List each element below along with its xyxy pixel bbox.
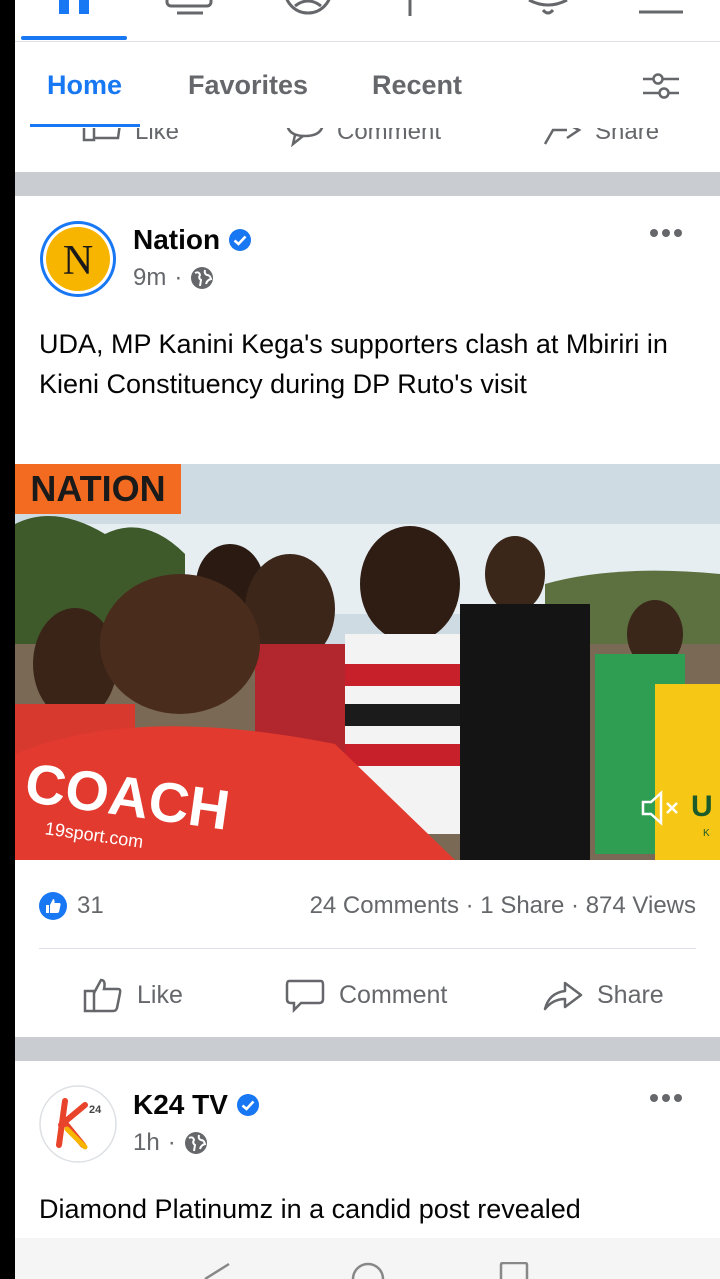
prev-like-label[interactable]: Like [135, 128, 179, 146]
stat-dot: · [465, 892, 481, 919]
comment-icon [286, 128, 324, 148]
comment-label: Comment [339, 980, 448, 1009]
globe-icon [191, 267, 214, 289]
post-meta: 1h · [133, 1129, 208, 1157]
more-options-icon[interactable] [649, 228, 683, 238]
comment-bubble-icon [285, 979, 325, 1013]
like-icon [82, 128, 121, 142]
video-frame: COACH 19sport.com U K [15, 464, 720, 860]
profile-icon[interactable] [281, 0, 335, 16]
stat-dot: · [571, 892, 586, 919]
comments-count[interactable]: 24 Comments [310, 892, 459, 919]
comment-button[interactable]: Comment [285, 977, 447, 1013]
thumbs-up-icon [83, 978, 122, 1013]
active-tab-indicator [21, 36, 127, 40]
share-button[interactable]: Share [543, 977, 664, 1013]
engagement-counts: 24 Comments · 1 Share · 874 Views [310, 892, 696, 920]
nation-watermark: NATION [15, 464, 181, 514]
nation-avatar[interactable]: N [39, 220, 117, 298]
globe-icon [184, 1132, 207, 1154]
tab-favorites[interactable]: Favorites [188, 70, 308, 101]
like-label: Like [137, 980, 183, 1009]
post-text: UDA, MP Kanini Kega's supporters clash a… [39, 329, 668, 399]
like-count[interactable]: 31 [77, 892, 104, 920]
post-author[interactable]: K24 TV [133, 1089, 260, 1121]
views-count: 874 Views [585, 892, 696, 919]
k24-avatar[interactable]: 24 [39, 1085, 117, 1163]
post-time[interactable]: 9m [133, 264, 166, 292]
filter-icon[interactable] [641, 70, 681, 102]
prev-comment-label[interactable]: Comment [337, 128, 441, 146]
post-nation: N Nation 9m · UDA, MP Kanini Kega's supp… [15, 196, 720, 464]
post-author[interactable]: Nation [133, 224, 252, 256]
feed-separator [15, 1037, 720, 1061]
home-tab-underline [30, 124, 140, 127]
system-nav-bar [15, 1238, 720, 1279]
svg-text:U: U [691, 790, 713, 823]
marketplace-icon[interactable] [400, 0, 420, 18]
previous-post-actions: Like Comment Share [15, 128, 720, 172]
tab-home[interactable]: Home [47, 70, 122, 101]
back-icon[interactable] [201, 1262, 231, 1279]
author-name[interactable]: K24 TV [133, 1089, 228, 1121]
notifications-icon[interactable] [521, 0, 575, 16]
verified-badge-icon [229, 229, 252, 251]
feed-tabs: Home Favorites Recent [15, 42, 720, 128]
recents-icon[interactable] [499, 1262, 529, 1279]
facebook-feed-screen: Home Favorites Recent Like Comment Share [15, 0, 720, 1279]
home-icon[interactable] [55, 0, 99, 16]
share-arrow-icon [543, 981, 583, 1011]
svg-text:24: 24 [89, 1104, 102, 1116]
share-label: Share [597, 980, 664, 1009]
more-options-icon[interactable] [649, 1093, 683, 1103]
prev-share-label[interactable]: Share [595, 128, 659, 146]
menu-icon[interactable] [637, 0, 685, 16]
watch-icon[interactable] [163, 0, 217, 16]
post-meta: 9m · [133, 264, 214, 292]
tab-recent[interactable]: Recent [372, 70, 462, 101]
meta-dot: · [174, 264, 183, 291]
post-k24: 24 K24 TV 1h · Diamond Platinumz in a ca… [15, 1061, 720, 1238]
like-reaction-icon[interactable] [39, 892, 67, 920]
post-time[interactable]: 1h [133, 1129, 160, 1157]
post-text: Diamond Platinumz in a candid post revea… [39, 1194, 581, 1224]
author-name[interactable]: Nation [133, 224, 220, 256]
svg-text:N: N [63, 238, 93, 284]
post-video[interactable]: COACH 19sport.com U K NATION [15, 464, 720, 860]
verified-badge-icon [236, 1094, 259, 1116]
shares-count[interactable]: 1 Share [480, 892, 564, 919]
post-actions: Like Comment Share [15, 949, 720, 1037]
svg-text:K: K [703, 828, 710, 839]
share-icon [543, 128, 582, 145]
meta-dot: · [167, 1129, 176, 1156]
like-button[interactable]: Like [83, 977, 183, 1013]
muted-speaker-icon[interactable] [641, 790, 681, 826]
feed-separator [15, 172, 720, 196]
post-stats: 31 24 Comments · 1 Share · 874 Views [15, 860, 720, 948]
top-nav-bar [15, 0, 720, 42]
home-circle-icon[interactable] [351, 1262, 385, 1279]
